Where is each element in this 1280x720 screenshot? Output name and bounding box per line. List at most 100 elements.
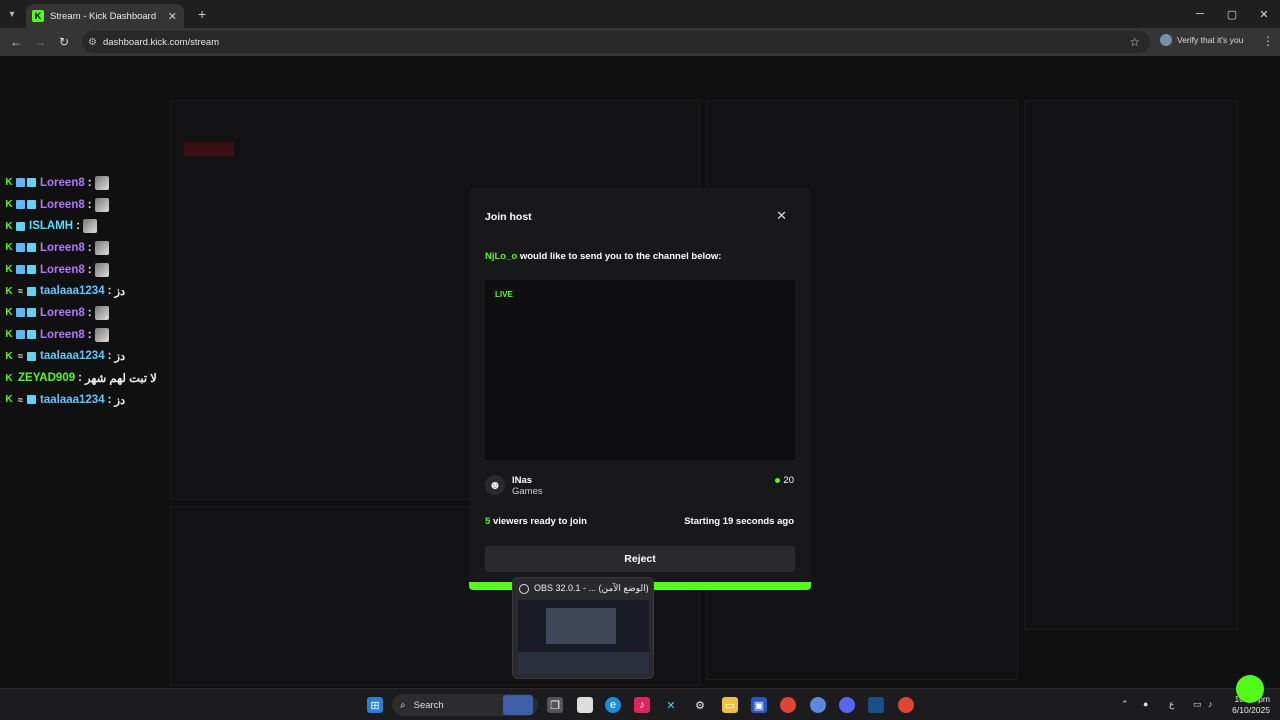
channel-category[interactable]: Games: [512, 486, 543, 497]
chat-message: K ≈ taalaaa1234: دز: [4, 346, 184, 368]
chat-username[interactable]: Loreen8: [40, 177, 85, 189]
browser-tab-bar: ▾ K Stream - Kick Dashboard ✕ + ─ ▢ ✕: [0, 0, 1280, 28]
reload-icon[interactable]: ↻: [52, 35, 76, 49]
browser-tab[interactable]: K Stream - Kick Dashboard ✕: [26, 4, 184, 28]
chat-username[interactable]: taalaaa1234: [40, 394, 105, 406]
host-description: NjLo_o would like to send you to the cha…: [485, 251, 721, 262]
chat-username[interactable]: Loreen8: [40, 329, 85, 341]
tab-close-icon[interactable]: ✕: [168, 10, 177, 23]
prime-badge-icon: [16, 265, 25, 275]
steam-settings-icon[interactable]: ⚙: [692, 697, 708, 713]
task-view-icon[interactable]: ❐: [547, 697, 563, 713]
k-badge-icon: K: [5, 177, 13, 189]
kick-floating-button[interactable]: [1236, 675, 1264, 703]
edge-icon[interactable]: e: [605, 697, 621, 713]
chat-username[interactable]: Loreen8: [40, 264, 85, 276]
close-icon[interactable]: ✕: [776, 208, 787, 224]
maximize-icon[interactable]: ▢: [1216, 0, 1248, 28]
site-info-icon[interactable]: ⚙: [88, 37, 97, 48]
new-tab-icon[interactable]: +: [198, 6, 206, 22]
input-language[interactable]: ع: [1169, 699, 1174, 710]
forward-icon[interactable]: →: [28, 35, 52, 49]
emote-image: [82, 219, 97, 234]
chrome-profile-icon[interactable]: [898, 697, 914, 713]
reject-button[interactable]: Reject: [485, 546, 795, 572]
discord-icon[interactable]: [839, 697, 855, 713]
chat-message: K Loreen8:: [4, 302, 184, 324]
network-icon[interactable]: ▭: [1193, 699, 1202, 710]
k-badge-icon: K: [5, 329, 13, 341]
chat-message: K Loreen8:: [4, 237, 184, 259]
tab-search-icon[interactable]: ▾: [0, 0, 24, 28]
chat-message-text: دز: [114, 286, 126, 299]
capcut-icon[interactable]: ✕: [663, 697, 679, 713]
profile-button[interactable]: Verify that it's you: [1160, 34, 1243, 46]
tiktok-icon[interactable]: ♪: [634, 697, 650, 713]
host-name[interactable]: NjLo_o: [485, 251, 517, 262]
channel-avatar[interactable]: ☻: [485, 475, 505, 495]
obs-preview-image: [518, 600, 649, 674]
sub-badge-icon: [27, 351, 36, 361]
offline-badge: [184, 142, 234, 156]
join-host-modal: Join host ✕ NjLo_o would like to send yo…: [469, 188, 811, 590]
channel-name[interactable]: INas: [512, 475, 532, 486]
steam-icon[interactable]: [868, 697, 884, 713]
kick-favicon-icon: K: [32, 10, 44, 22]
chat-message-text: دز: [114, 351, 126, 364]
preview-dock-shape: [518, 652, 649, 674]
start-icon[interactable]: ⊞: [367, 697, 383, 713]
k-badge-icon: K: [5, 372, 13, 384]
tab-title: Stream - Kick Dashboard: [50, 10, 157, 22]
chat-message: K ≈ taalaaa1234: دز: [4, 389, 184, 411]
profile-label: Verify that it's you: [1177, 35, 1244, 45]
host-description-text: would like to send you to the channel be…: [519, 251, 722, 262]
k-badge-icon: K: [5, 394, 13, 406]
chat-message: K ≈ taalaaa1234: دز: [4, 280, 184, 302]
app-icon[interactable]: ▣: [751, 697, 767, 713]
chat-username[interactable]: Loreen8: [40, 199, 85, 211]
tray-overflow-icon[interactable]: ⌃: [1121, 699, 1129, 710]
chat-username[interactable]: Loreen8: [40, 307, 85, 319]
chat-message-text: دز: [114, 394, 126, 407]
viewer-count: 20: [775, 475, 794, 486]
stream-info-panel: [1024, 100, 1238, 630]
sub-badge-icon: [27, 265, 36, 275]
chat-separator: :: [76, 220, 80, 233]
chat-username[interactable]: ISLAMH: [29, 220, 73, 232]
k-badge-icon: K: [5, 264, 13, 276]
address-bar[interactable]: ⚙ dashboard.kick.com/stream ☆: [82, 31, 1150, 53]
chat-username[interactable]: ZEYAD909: [18, 372, 75, 384]
minimize-icon[interactable]: ─: [1184, 0, 1216, 28]
search-highlight-icon[interactable]: [503, 695, 533, 715]
emote-image: [94, 305, 109, 320]
bookmark-star-icon[interactable]: ☆: [1129, 35, 1140, 49]
sub-badge-icon: [16, 221, 25, 231]
channel-preview[interactable]: [485, 280, 795, 460]
window-close-icon[interactable]: ✕: [1248, 0, 1280, 28]
chat-message: K ZEYAD909: لا تبت لهم شهر: [4, 367, 184, 389]
chat-username[interactable]: taalaaa1234: [40, 350, 105, 362]
vip-badge-icon: ≈: [18, 286, 23, 297]
chat-username[interactable]: taalaaa1234: [40, 285, 105, 297]
search-label: Search: [413, 699, 444, 711]
ready-viewers: 5 viewers ready to join: [485, 516, 587, 527]
profile-avatar-icon: [1160, 34, 1172, 46]
obs-taskbar-preview[interactable]: OBS 32.0.1 - ... (الوضع الآمن): [512, 577, 654, 679]
browser-menu-icon[interactable]: ⋮: [1262, 34, 1274, 48]
obs-preview-title: OBS 32.0.1 - ... (الوضع الآمن): [519, 583, 649, 594]
browser-toolbar: ← → ↻ ⚙ dashboard.kick.com/stream ☆: [0, 28, 1280, 56]
back-icon[interactable]: ←: [4, 35, 28, 49]
volume-icon[interactable]: ♪: [1208, 699, 1213, 709]
k-badge-icon: K: [5, 307, 13, 319]
taskbar: ⊞ ⌕ Search ❐ e ♪ ✕ ⚙ ▭ ▣ ⌃ ● ع ▭ ♪ 10:23…: [0, 688, 1280, 720]
vip-badge-icon: ≈: [18, 394, 23, 405]
chat-username[interactable]: Loreen8: [40, 242, 85, 254]
chat-message: K Loreen8:: [4, 324, 184, 346]
prime-badge-icon: [16, 178, 25, 188]
microphone-icon[interactable]: ●: [1143, 699, 1148, 709]
chat-separator: :: [87, 306, 92, 319]
chrome-icon[interactable]: [780, 697, 796, 713]
chrome-active-icon[interactable]: [810, 697, 826, 713]
file-explorer-icon[interactable]: ▭: [722, 697, 738, 713]
notepad-icon[interactable]: [577, 697, 593, 713]
